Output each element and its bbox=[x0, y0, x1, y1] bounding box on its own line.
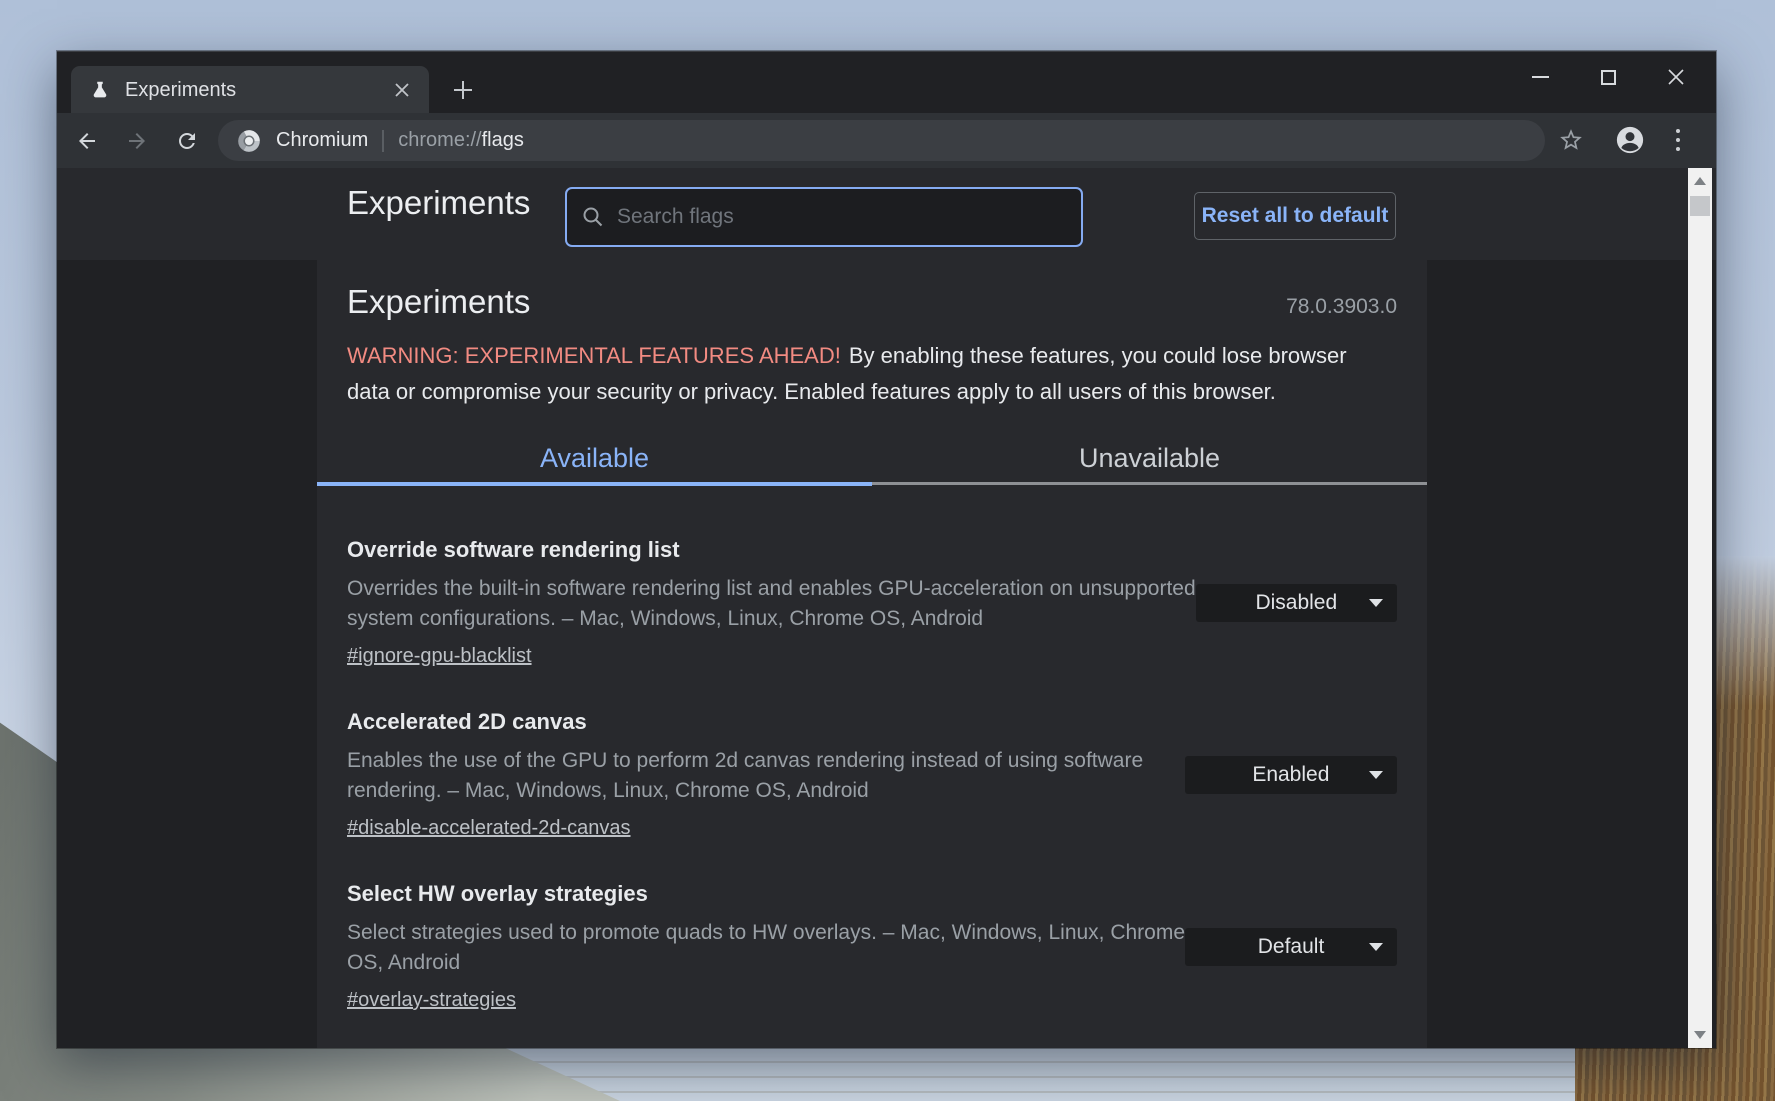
flag-title: Accelerated 2D canvas bbox=[347, 708, 1185, 736]
minimize-icon bbox=[1532, 76, 1549, 78]
close-icon bbox=[1667, 68, 1685, 86]
window-minimize-button[interactable] bbox=[1506, 58, 1574, 96]
triangle-up-icon bbox=[1694, 177, 1706, 185]
flag-title: Select HW overlay strategies bbox=[347, 880, 1185, 908]
flag-permalink[interactable]: #overlay-strategies bbox=[347, 986, 516, 1014]
selected-tab-underline bbox=[317, 482, 872, 486]
flag-description-line: system configurations. – Mac, Windows, L… bbox=[347, 604, 1196, 634]
flag-description-line: Enables the use of the GPU to perform 2d… bbox=[347, 746, 1185, 776]
window-controls bbox=[1506, 58, 1710, 96]
flag-description-line: OS, Android bbox=[347, 948, 1185, 978]
bookmark-button[interactable] bbox=[1551, 120, 1591, 160]
version-label: 78.0.3903.0 bbox=[1286, 295, 1397, 319]
scrollbar-up-arrow[interactable] bbox=[1688, 168, 1712, 194]
menu-button[interactable] bbox=[1658, 120, 1698, 160]
new-tab-button[interactable] bbox=[443, 70, 483, 110]
reload-button[interactable] bbox=[165, 119, 209, 163]
flag-dropdown-value: Disabled bbox=[1255, 591, 1337, 615]
flag-dropdown-value: Enabled bbox=[1252, 763, 1329, 787]
chevron-down-icon bbox=[1369, 599, 1383, 607]
url-path: flags bbox=[482, 129, 524, 152]
flag-dropdown[interactable]: Default bbox=[1185, 928, 1397, 966]
page-title: Experiments bbox=[347, 280, 530, 324]
triangle-down-icon bbox=[1694, 1031, 1706, 1039]
flags-page: Experiments Reset all to default Experim… bbox=[57, 168, 1716, 1048]
scrollbar-down-arrow[interactable] bbox=[1688, 1022, 1712, 1048]
reload-icon bbox=[175, 129, 199, 153]
search-box bbox=[565, 187, 1083, 247]
page-scrollbar[interactable] bbox=[1688, 168, 1712, 1048]
kebab-menu-icon bbox=[1676, 129, 1680, 151]
omnibox-separator bbox=[382, 130, 384, 152]
flag-description-line: rendering. – Mac, Windows, Linux, Chrome… bbox=[347, 776, 1185, 806]
flag-dropdown-value: Default bbox=[1258, 935, 1325, 959]
star-icon bbox=[1558, 127, 1584, 153]
flask-icon bbox=[89, 79, 111, 101]
scrollbar-thumb[interactable] bbox=[1690, 196, 1710, 216]
tab-close-icon[interactable] bbox=[389, 77, 415, 103]
flags-tab-bar: Available Unavailable bbox=[347, 434, 1397, 486]
warning-strong: WARNING: EXPERIMENTAL FEATURES AHEAD! bbox=[347, 343, 841, 368]
window-close-button[interactable] bbox=[1642, 58, 1710, 96]
header-title: Experiments bbox=[347, 184, 530, 222]
flags-header-bar: Experiments Reset all to default bbox=[57, 168, 1716, 260]
chevron-down-icon bbox=[1369, 943, 1383, 951]
tab-divider bbox=[872, 482, 1427, 485]
back-button[interactable] bbox=[65, 119, 109, 163]
back-arrow-icon bbox=[75, 129, 99, 153]
desktop-wallpaper: Experiments bbox=[0, 0, 1775, 1101]
flag-row: Accelerated 2D canvas Enables the use of… bbox=[347, 708, 1397, 842]
flags-content: Experiments 78.0.3903.0 WARNING: EXPERIM… bbox=[317, 260, 1427, 1048]
maximize-icon bbox=[1601, 70, 1616, 85]
browser-tab[interactable]: Experiments bbox=[71, 66, 429, 114]
tab-title: Experiments bbox=[125, 79, 389, 102]
avatar-icon bbox=[1615, 125, 1645, 155]
tab-unavailable[interactable]: Unavailable bbox=[872, 434, 1427, 482]
forward-arrow-icon bbox=[125, 129, 149, 153]
flag-row: Select HW overlay strategies Select stra… bbox=[347, 880, 1397, 1014]
plus-icon bbox=[454, 81, 472, 99]
url-scheme: chrome:// bbox=[398, 129, 481, 152]
address-bar[interactable]: Chromium chrome:// flags bbox=[218, 120, 1545, 161]
site-name: Chromium bbox=[276, 129, 368, 152]
reset-all-button[interactable]: Reset all to default bbox=[1194, 192, 1396, 240]
tab-strip: Experiments bbox=[57, 51, 1716, 113]
flag-permalink[interactable]: #ignore-gpu-blacklist bbox=[347, 642, 532, 670]
chromium-logo-icon bbox=[236, 128, 262, 154]
flag-description-line: Overrides the built-in software renderin… bbox=[347, 574, 1196, 604]
flag-description-line: Select strategies used to promote quads … bbox=[347, 918, 1185, 948]
flag-row: Override software rendering list Overrid… bbox=[347, 536, 1397, 670]
search-icon bbox=[581, 205, 605, 229]
search-input[interactable] bbox=[617, 205, 1067, 229]
browser-toolbar: Chromium chrome:// flags bbox=[57, 113, 1716, 168]
flags-body: Experiments 78.0.3903.0 WARNING: EXPERIM… bbox=[57, 260, 1716, 1048]
window-maximize-button[interactable] bbox=[1574, 58, 1642, 96]
tab-available[interactable]: Available bbox=[317, 434, 872, 482]
profile-button[interactable] bbox=[1610, 120, 1650, 160]
flag-dropdown[interactable]: Disabled bbox=[1196, 584, 1397, 622]
forward-button[interactable] bbox=[115, 119, 159, 163]
flag-dropdown[interactable]: Enabled bbox=[1185, 756, 1397, 794]
warning-text: WARNING: EXPERIMENTAL FEATURES AHEAD!By … bbox=[347, 338, 1357, 410]
browser-window: Experiments bbox=[57, 51, 1716, 1048]
flag-title: Override software rendering list bbox=[347, 536, 1196, 564]
chevron-down-icon bbox=[1369, 771, 1383, 779]
flag-permalink[interactable]: #disable-accelerated-2d-canvas bbox=[347, 814, 631, 842]
